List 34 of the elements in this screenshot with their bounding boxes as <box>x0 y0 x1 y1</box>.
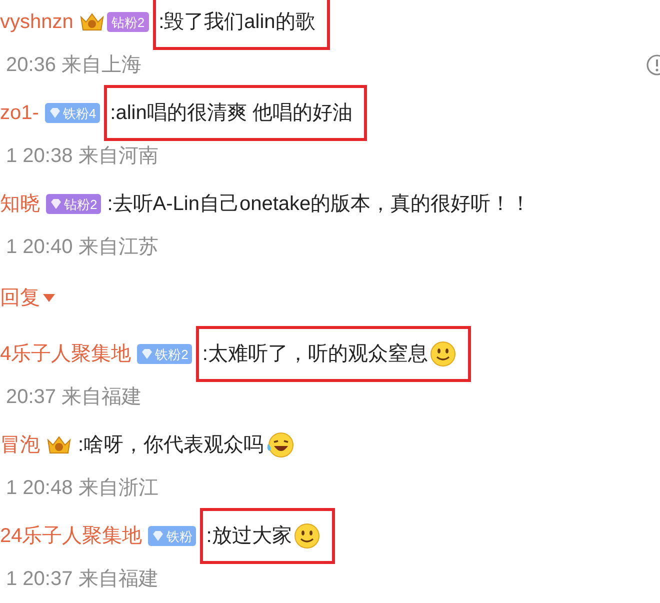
smile-emoji-icon <box>430 341 456 367</box>
username[interactable]: 4乐子人聚集地 <box>0 339 132 369</box>
timestamp-location: 1 20:37 来自福建 <box>6 567 158 592</box>
caret-down-icon <box>43 294 55 302</box>
username[interactable]: vyshnzn <box>0 7 74 37</box>
laughing-tears-emoji-icon <box>266 432 296 458</box>
timestamp-location: 1 20:38 来自河南 <box>6 144 158 169</box>
timestamp-location: 20:37 来自福建 <box>6 385 142 410</box>
comment-text: :去听A-Lin自己onetake的版本，真的很好听！！ <box>107 192 531 217</box>
username[interactable]: 冒泡 <box>0 430 40 460</box>
crown-icon <box>46 434 72 456</box>
diamond-icon <box>141 348 154 360</box>
fan-badge: 铁粉 <box>148 526 196 546</box>
highlighted-comment-text: :alin唱的很清爽 他唱的好油 <box>104 85 368 141</box>
username[interactable]: 知晓 <box>0 189 40 219</box>
highlighted-comment-text: :放过大家 <box>200 508 335 564</box>
fan-badge: 钻粉2 <box>46 194 102 214</box>
timestamp-location: 1 20:48 来自浙江 <box>6 476 158 501</box>
highlighted-comment-text: :毁了我们alin的歌 <box>152 0 330 50</box>
diamond-icon <box>48 107 61 119</box>
username[interactable]: zo1- <box>0 98 39 128</box>
reply-toggle[interactable]: 回复 <box>0 283 55 313</box>
fan-badge: 钻粉2 <box>107 12 149 32</box>
highlighted-comment-text: :太难听了，听的观众窒息 <box>196 326 471 382</box>
crown-icon <box>79 11 106 33</box>
smile-emoji-icon <box>294 523 320 549</box>
username[interactable]: 24乐子人聚集地 <box>0 521 142 551</box>
fan-badge: 铁粉4 <box>44 103 100 123</box>
diamond-icon <box>152 530 164 542</box>
timestamp-location: 1 20:40 来自江苏 <box>6 235 158 260</box>
fan-badge: 铁粉2 <box>137 344 192 364</box>
comment-text: :啥呀，你代表观众吗 <box>78 430 296 460</box>
timestamp-location: 20:36 来自上海 <box>6 53 142 78</box>
diamond-icon <box>50 198 62 210</box>
